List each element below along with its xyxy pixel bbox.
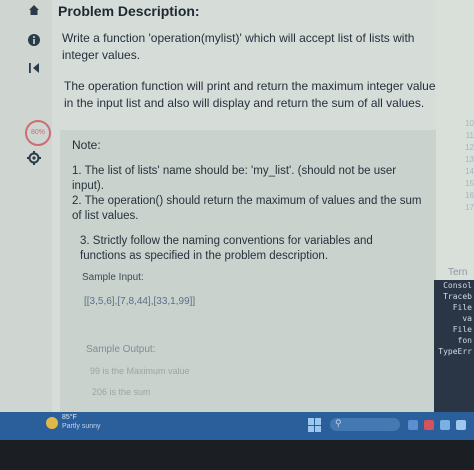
terminal-line: va: [462, 314, 472, 323]
problem-intro: Write a function 'operation(mylist)' whi…: [62, 31, 415, 62]
gear-icon[interactable]: [24, 148, 44, 168]
terminal-line: File: [452, 303, 472, 312]
line-number: 11: [465, 131, 474, 140]
taskbar: 85°F Partly sunny ⚲: [0, 412, 474, 440]
left-rail: 80%: [0, 0, 52, 412]
note-item-3: 3. Strictly follow the naming convention…: [80, 235, 373, 262]
line-number: 14: [465, 167, 474, 176]
line-number: 13: [465, 155, 474, 164]
note-item-2: 2. The operation() should return the max…: [72, 195, 422, 222]
note-label: Note:: [72, 138, 101, 152]
weather-desc[interactable]: Partly sunny: [62, 423, 101, 430]
sample-input-label: Sample Input:: [82, 272, 144, 283]
taskbar-search[interactable]: ⚲: [330, 418, 400, 431]
editor-line-numbers: 10 11 12 13 14 15 16 17: [455, 118, 474, 214]
terminal-line: fon: [457, 336, 472, 345]
terminal-line: File: [452, 325, 472, 334]
home-icon[interactable]: [24, 0, 44, 20]
taskbar-app-icon[interactable]: [440, 420, 450, 430]
terminal-line: Traceb: [443, 292, 472, 301]
line-number: 10: [465, 119, 474, 128]
line-number: 12: [465, 143, 474, 152]
sample-output-line-2: 206 is the sum: [92, 387, 151, 397]
line-number: 15: [465, 179, 474, 188]
collapse-icon[interactable]: [24, 58, 44, 78]
windows-icon[interactable]: [308, 418, 322, 432]
search-icon: ⚲: [335, 418, 342, 428]
taskbar-app-icon[interactable]: [424, 420, 434, 430]
screen: 80% Problem Description: Write a functio…: [0, 0, 474, 440]
taskbar-app-icon[interactable]: [456, 420, 466, 430]
problem-panel: Problem Description: Write a function 'o…: [56, 0, 436, 412]
weather-temp[interactable]: 85°F: [62, 414, 77, 421]
line-number: 16: [465, 191, 474, 200]
problem-detail: The operation function will print and re…: [64, 79, 436, 110]
terminal-line: Consol: [443, 281, 472, 290]
note-box: Note: 1. The list of lists' name should …: [60, 130, 436, 412]
line-number: 17: [465, 203, 474, 212]
sample-output-line-1: 99 is the Maximum value: [90, 366, 190, 376]
terminal-title[interactable]: Tern: [448, 267, 467, 278]
taskbar-app-icon[interactable]: [408, 420, 418, 430]
sample-input-value: [[3,5,6],[7,8,44],[33,1,99]]: [84, 296, 196, 307]
sample-output-label: Sample Output:: [86, 344, 156, 355]
weather-icon[interactable]: [46, 417, 58, 429]
info-icon[interactable]: [24, 30, 44, 50]
problem-heading: Problem Description:: [58, 3, 200, 19]
note-item-1: 1. The list of lists' name should be: 'm…: [72, 165, 397, 192]
terminal-pane[interactable]: Consol Traceb File va File fon TypeErr: [434, 280, 474, 430]
terminal-line: TypeErr: [438, 347, 472, 356]
progress-badge: 80%: [25, 120, 51, 146]
